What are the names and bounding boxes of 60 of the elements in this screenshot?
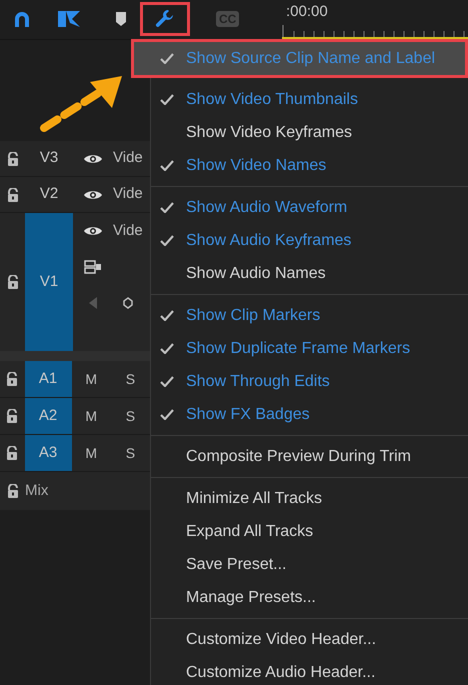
timecode: :00:00 <box>285 2 329 22</box>
menu-item[interactable]: Minimize All Tracks <box>151 482 468 515</box>
checkmark-icon <box>160 343 174 354</box>
track-name[interactable]: V2 <box>25 177 73 212</box>
clip-label: Vide <box>113 148 143 168</box>
menu-item[interactable]: Manage Presets... <box>151 581 468 614</box>
checkmark-icon <box>160 202 174 213</box>
track-name: Mix <box>25 480 48 501</box>
mute-button[interactable]: M <box>72 442 111 464</box>
checkmark-icon <box>160 53 174 64</box>
menu-item[interactable]: Customize Video Header... <box>151 623 468 656</box>
menu-item[interactable]: Show Duplicate Frame Markers <box>151 332 468 365</box>
menu-item[interactable]: Expand All Tracks <box>151 515 468 548</box>
menu-item[interactable]: Show Clip Markers <box>151 299 468 332</box>
eye-icon[interactable] <box>83 188 103 200</box>
lock-icon[interactable] <box>6 372 18 386</box>
checkmark-icon <box>160 160 174 171</box>
sync-icon[interactable] <box>84 260 102 274</box>
clip-label: Vide <box>113 220 143 241</box>
menu-item[interactable]: Customize Audio Header... <box>151 656 468 685</box>
lock-icon[interactable] <box>6 446 18 460</box>
marker-icon[interactable] <box>116 12 126 26</box>
checkmark-icon <box>160 310 174 321</box>
menu-item[interactable]: Show Video Thumbnails <box>151 83 468 116</box>
checkmark-icon <box>160 94 174 105</box>
solo-button[interactable]: S <box>110 368 150 390</box>
menu-item[interactable]: Show Video Keyframes <box>151 116 468 149</box>
menu-item[interactable]: Show Audio Waveform <box>151 191 468 224</box>
track-name[interactable]: A3 <box>24 435 72 471</box>
settings-button[interactable] <box>140 2 190 36</box>
mute-button[interactable]: M <box>72 368 111 390</box>
keyframe-icon[interactable] <box>123 297 133 309</box>
menu-item[interactable]: Show Through Edits <box>151 365 468 398</box>
lock-icon[interactable] <box>6 275 18 289</box>
checkmark-icon <box>160 376 174 387</box>
linked-selection-icon[interactable] <box>58 9 80 29</box>
eye-icon[interactable] <box>83 152 103 164</box>
checkmark-icon <box>160 235 174 246</box>
track-name[interactable]: A2 <box>24 398 72 434</box>
track-name[interactable]: A1 <box>24 361 72 397</box>
eye-icon[interactable] <box>83 225 103 237</box>
menu-item[interactable]: Show Video Names <box>151 149 468 182</box>
track-name[interactable]: V3 <box>25 141 73 176</box>
lock-icon[interactable] <box>6 484 18 498</box>
wrench-icon <box>155 9 175 29</box>
solo-button[interactable]: S <box>110 406 150 426</box>
menu-item[interactable]: Show Audio Keyframes <box>151 224 468 257</box>
menu-item[interactable]: Show FX Badges <box>151 398 468 431</box>
lock-icon[interactable] <box>6 152 18 166</box>
track-name[interactable]: V1 <box>25 213 73 351</box>
menu-item[interactable]: Composite Preview During Trim <box>151 440 468 473</box>
menu-item[interactable]: Save Preset... <box>151 548 468 581</box>
clip-label: Vide <box>113 184 143 204</box>
solo-button[interactable]: S <box>110 442 150 464</box>
lock-icon[interactable] <box>6 188 18 202</box>
menu-item[interactable]: Show Audio Names <box>151 257 468 290</box>
magnet-icon[interactable] <box>12 11 32 27</box>
checkmark-icon <box>160 409 174 420</box>
mute-button[interactable]: M <box>72 406 111 426</box>
lock-icon[interactable] <box>6 409 18 423</box>
